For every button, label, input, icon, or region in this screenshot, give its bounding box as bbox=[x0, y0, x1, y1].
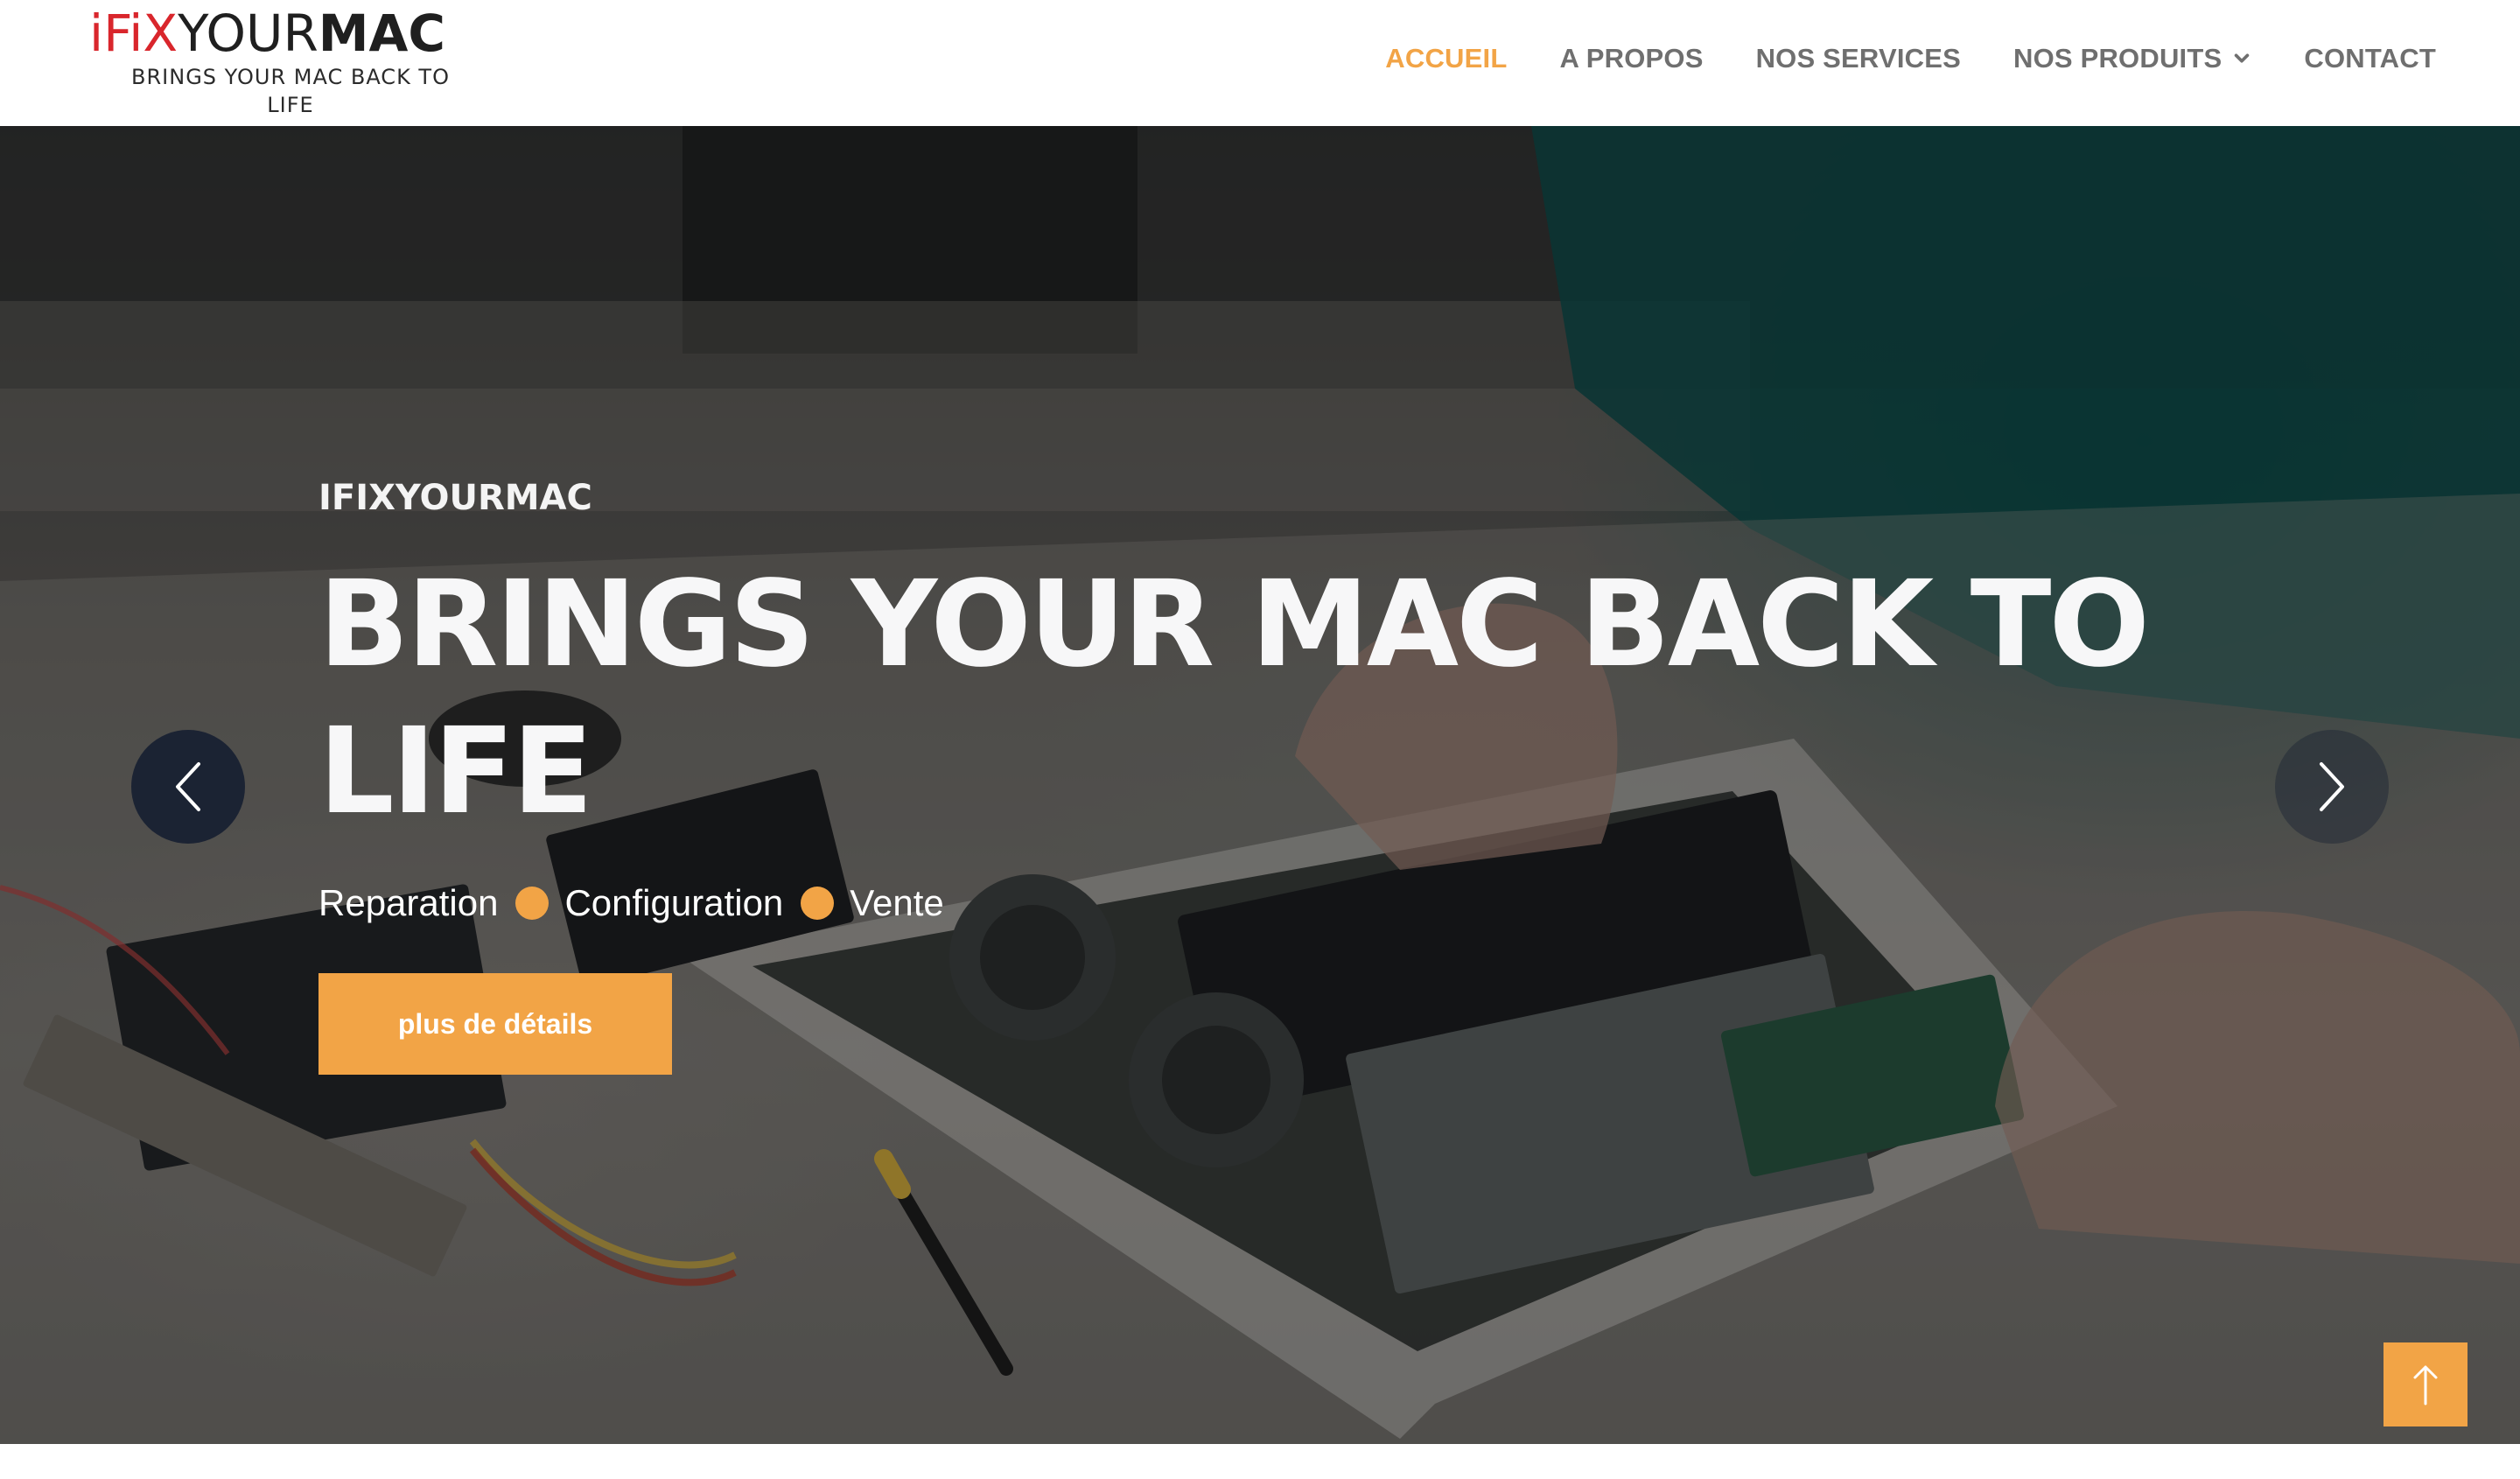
chevron-left-icon bbox=[176, 762, 200, 811]
nav-item-label: NOS SERVICES bbox=[1755, 43, 1961, 74]
hero-eyebrow: IFIXYOURMAC bbox=[318, 478, 592, 518]
site-logo[interactable]: iFiXYOURMAC BRINGS YOUR MAC BACK TO LIFE bbox=[89, 4, 492, 117]
arrow-up-icon bbox=[2413, 1365, 2438, 1405]
logo-wordmark: iFiXYOURMAC bbox=[89, 4, 445, 63]
page: iFiXYOURMAC BRINGS YOUR MAC BACK TO LIFE… bbox=[0, 0, 2520, 1479]
bullet-dot-icon bbox=[515, 887, 550, 920]
slider-prev-button[interactable] bbox=[131, 730, 245, 844]
nav-item-label: ACCUEIL bbox=[1385, 43, 1508, 74]
logo-prefix: iFiX bbox=[89, 4, 178, 63]
more-details-button[interactable]: plus de détails bbox=[318, 973, 672, 1075]
bullet-dot-icon bbox=[801, 887, 835, 920]
nav-item-a-propos[interactable]: A PROPOS bbox=[1559, 43, 1703, 74]
hero-slider: IFIXYOURMAC BRINGS YOUR MAC BACK TO LIFE… bbox=[0, 126, 2520, 1444]
hero-tag: Vente bbox=[850, 882, 944, 923]
chevron-right-icon bbox=[2320, 762, 2344, 811]
slider-next-button[interactable] bbox=[2275, 730, 2389, 844]
hero-tags: Reparation Configuration Vente bbox=[318, 882, 2244, 924]
logo-tagline: BRINGS YOUR MAC BACK TO LIFE bbox=[131, 65, 450, 117]
nav-item-label: CONTACT bbox=[2304, 43, 2436, 74]
hero-tag: Reparation bbox=[318, 882, 499, 923]
nav-item-nos-produits[interactable]: NOS PRODUITS bbox=[2013, 43, 2251, 74]
nav-item-nos-services[interactable]: NOS SERVICES bbox=[1756, 43, 1961, 74]
main-nav: ACCUEIL A PROPOS NOS SERVICES NOS PRODUI… bbox=[1385, 37, 2436, 81]
chevron-down-icon bbox=[2235, 53, 2250, 63]
scroll-to-top-button[interactable] bbox=[2384, 1342, 2468, 1426]
nav-item-label: NOS PRODUITS bbox=[2012, 43, 2222, 74]
nav-item-label: A PROPOS bbox=[1559, 43, 1704, 74]
site-header: iFiXYOURMAC BRINGS YOUR MAC BACK TO LIFE… bbox=[0, 0, 2520, 126]
nav-item-accueil[interactable]: ACCUEIL bbox=[1385, 43, 1507, 74]
hero-content: IFIXYOURMAC BRINGS YOUR MAC BACK TO LIFE… bbox=[318, 476, 2244, 1075]
logo-main-regular: YOUR bbox=[178, 4, 318, 63]
hero-tag: Configuration bbox=[564, 882, 784, 923]
nav-item-contact[interactable]: CONTACT bbox=[2304, 43, 2436, 74]
logo-main-bold: MAC bbox=[318, 4, 445, 63]
hero-title: BRINGS YOUR MAC BACK TO LIFE bbox=[318, 556, 2150, 841]
